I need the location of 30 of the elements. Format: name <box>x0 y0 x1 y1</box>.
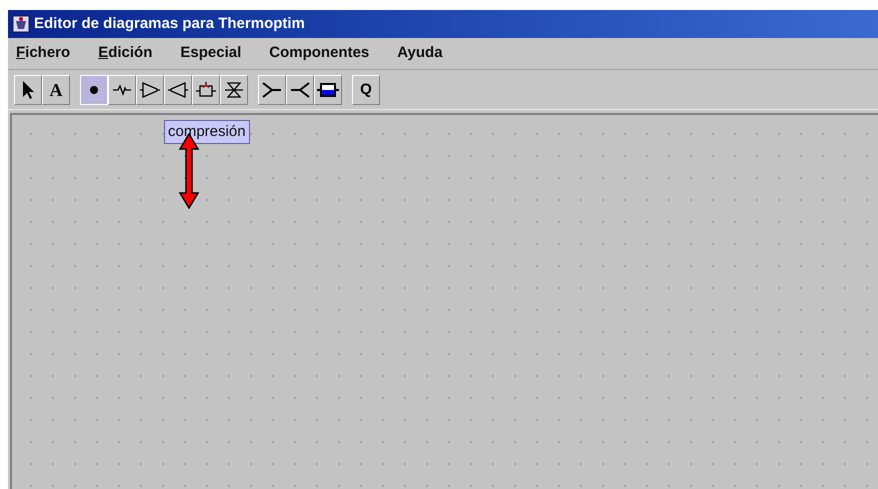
tool-button[interactable] <box>14 74 42 104</box>
tool-button[interactable]: Q <box>352 74 380 104</box>
menu-item[interactable]: Componentes <box>269 42 370 65</box>
app-icon <box>12 15 30 33</box>
tool-button[interactable] <box>258 74 286 104</box>
zigzag-icon <box>112 84 132 96</box>
tool-button[interactable] <box>136 74 164 104</box>
tool-button[interactable] <box>286 74 314 104</box>
menu-item[interactable]: Edición <box>98 42 152 65</box>
tool-button[interactable] <box>314 74 342 104</box>
tool-button[interactable]: A <box>42 74 70 104</box>
split-icon <box>290 80 310 98</box>
merge-icon <box>262 80 282 98</box>
tool-button[interactable] <box>192 74 220 104</box>
menu-item[interactable]: Ayuda <box>397 42 443 65</box>
tool-button[interactable] <box>164 74 192 104</box>
dot-icon <box>89 84 99 94</box>
tool-button[interactable] <box>108 74 136 104</box>
triangle-right-icon <box>140 80 160 98</box>
chamber-icon <box>196 80 216 98</box>
pointer-icon <box>21 80 35 100</box>
tooltip: compresión <box>164 120 250 144</box>
tank-icon <box>317 82 339 98</box>
menu-item[interactable]: Especial <box>180 42 242 65</box>
window-title: Editor de diagramas para Thermoptim <box>34 14 305 34</box>
tool-button[interactable] <box>80 74 108 104</box>
triangle-left-icon <box>168 80 188 98</box>
valve-icon <box>224 80 244 98</box>
menu-item[interactable]: Fichero <box>16 42 70 65</box>
tool-button[interactable] <box>220 74 248 104</box>
